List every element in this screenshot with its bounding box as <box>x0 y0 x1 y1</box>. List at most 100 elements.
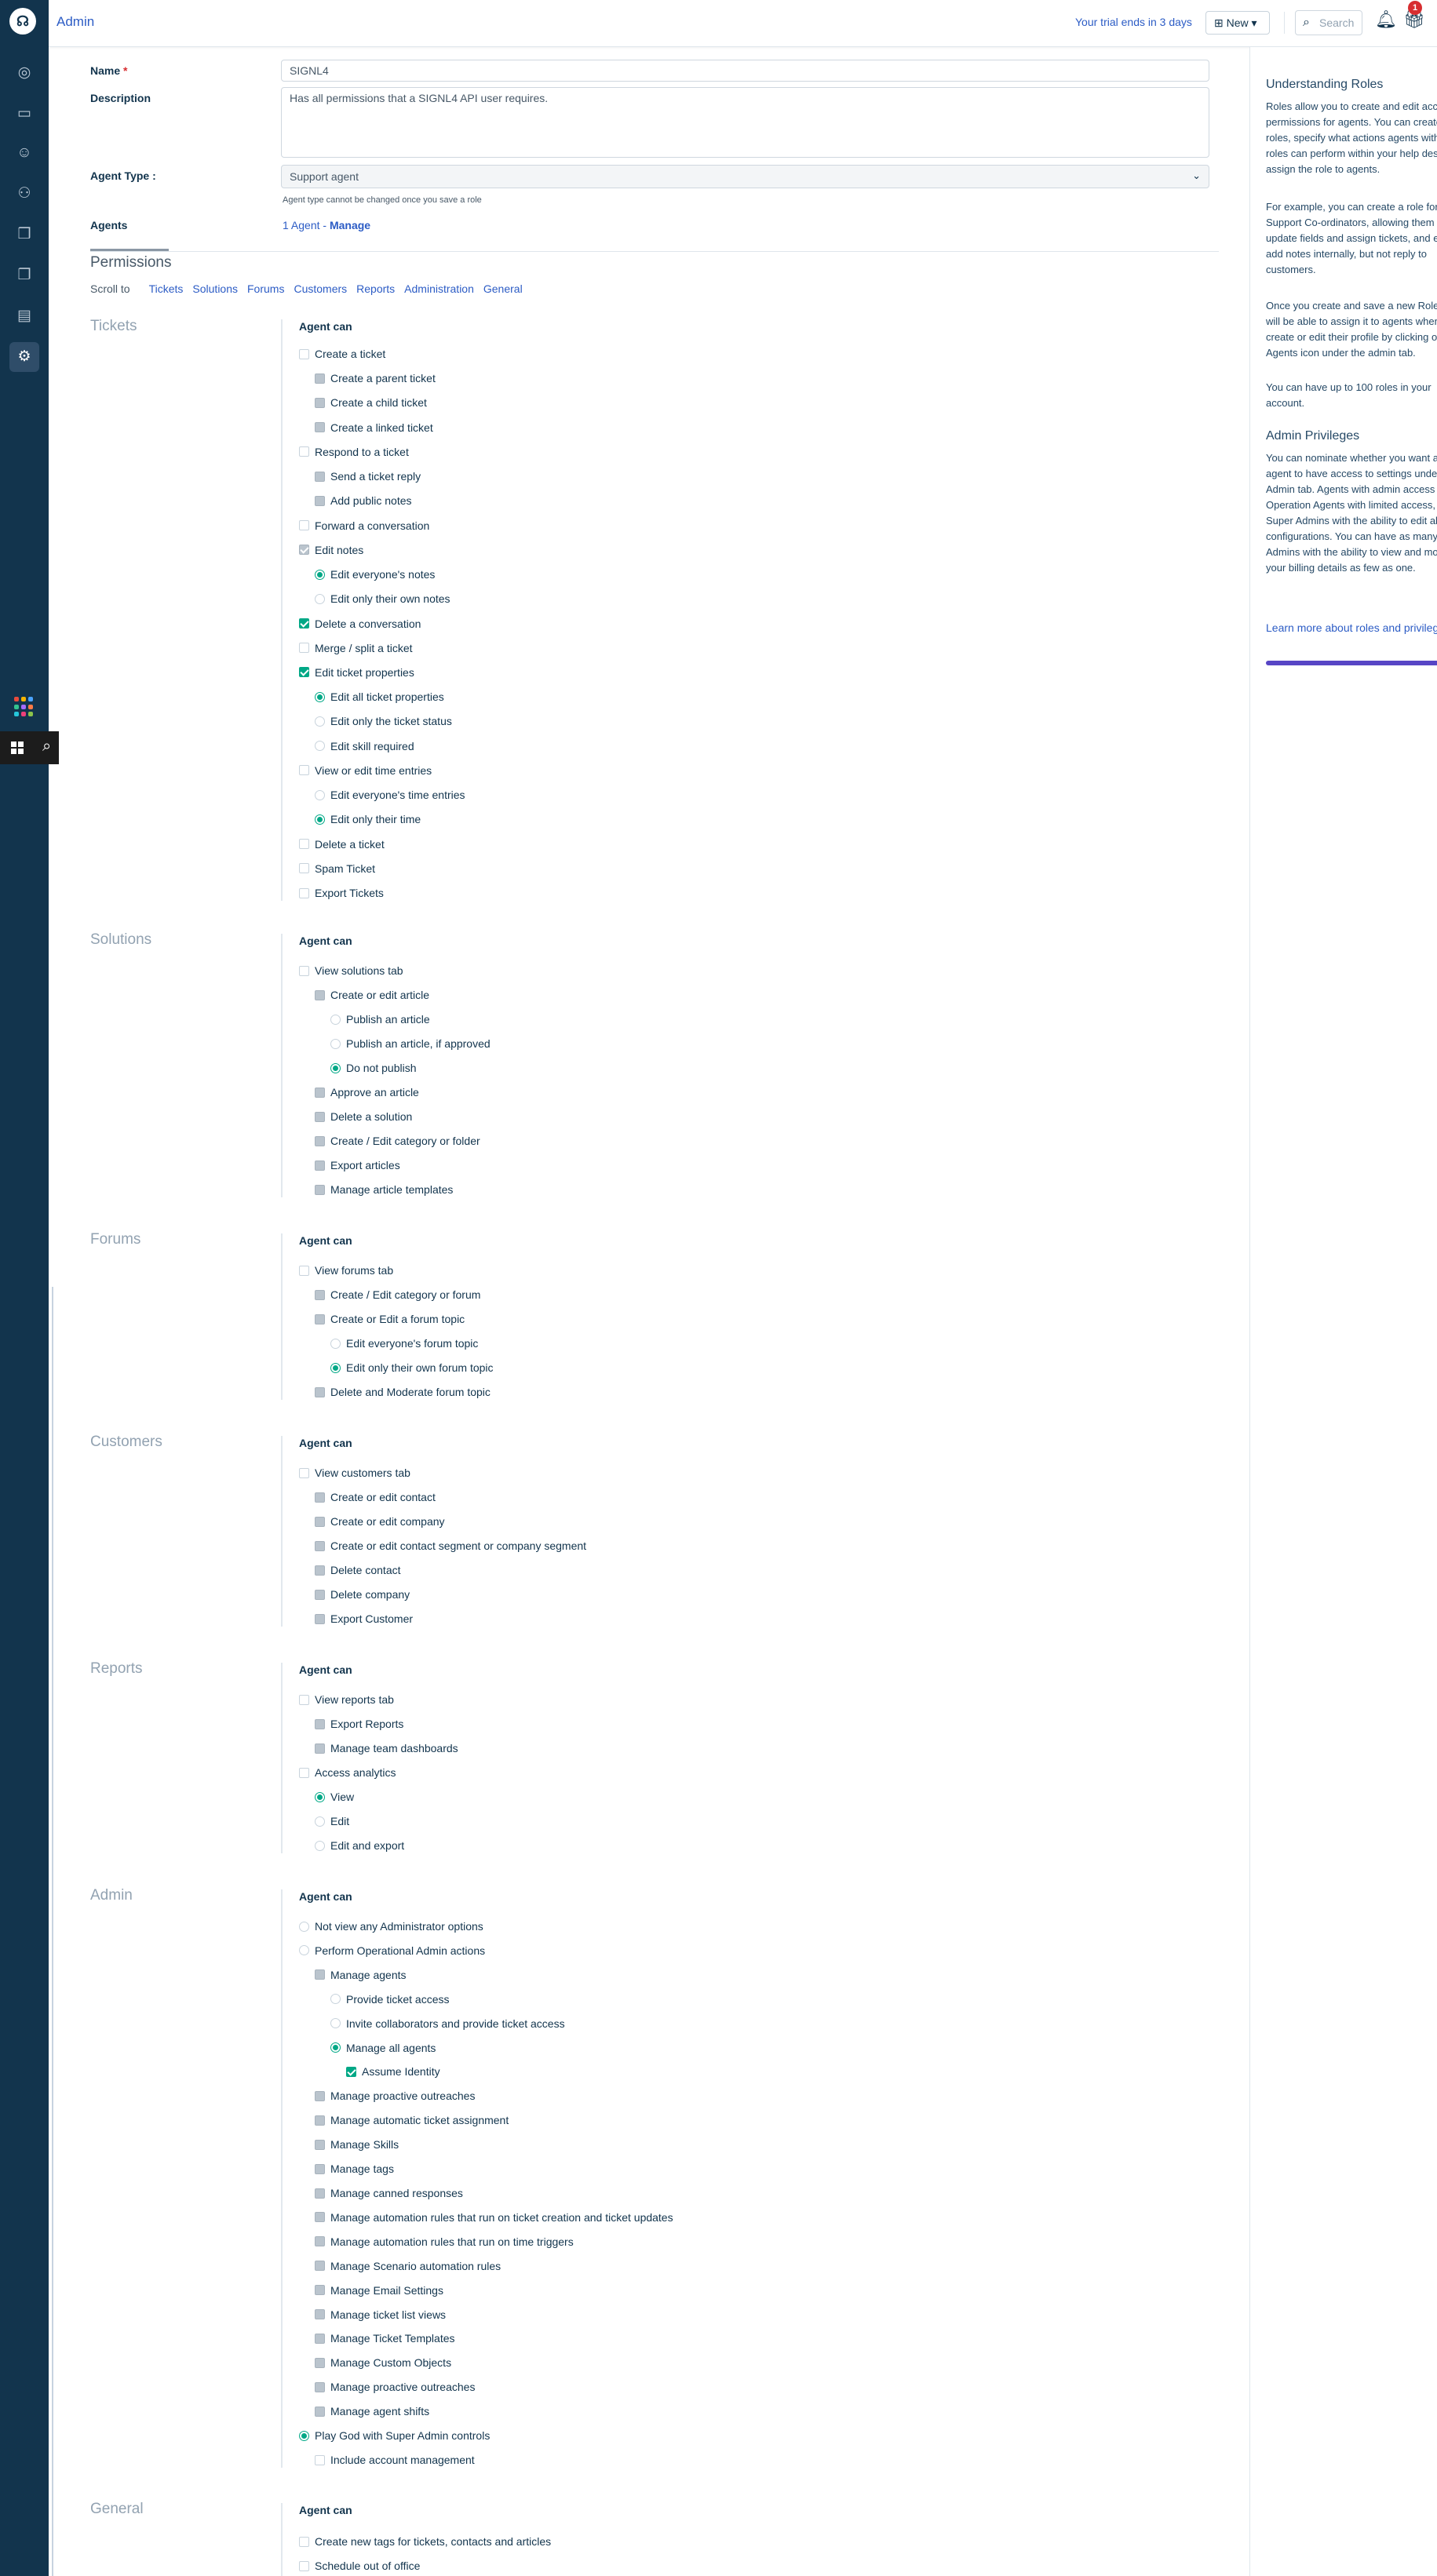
permission-radio[interactable] <box>330 2018 341 2029</box>
permission-checkbox[interactable] <box>315 2406 325 2417</box>
permission-item[interactable]: Play God with Super Admin controls <box>299 2428 490 2443</box>
permission-item[interactable]: Manage all agents <box>330 2040 436 2056</box>
social-icon[interactable]: ⚇ <box>9 179 39 209</box>
search-input[interactable]: ⌕ Search <box>1295 10 1362 35</box>
permission-checkbox[interactable] <box>315 1386 325 1397</box>
permission-item[interactable]: View customers tab <box>299 1465 410 1481</box>
permission-item[interactable]: Manage proactive outreaches <box>315 2379 475 2395</box>
permission-radio[interactable] <box>315 1840 325 1851</box>
notifications-bell-icon[interactable]: 🔔︎ <box>1375 9 1397 30</box>
permission-item[interactable]: Provide ticket access <box>330 1991 450 2007</box>
permission-radio[interactable] <box>330 2042 341 2053</box>
permission-item[interactable]: Manage automatic ticket assignment <box>315 2112 509 2128</box>
scroll-link-forums[interactable]: Forums <box>247 282 284 295</box>
permission-item[interactable]: Edit only their time <box>315 811 421 827</box>
permission-item[interactable]: Merge / split a ticket <box>299 640 413 656</box>
permission-checkbox[interactable] <box>299 618 309 629</box>
permission-checkbox[interactable] <box>315 2357 325 2368</box>
permission-item[interactable]: Do not publish <box>330 1060 417 1076</box>
permission-item[interactable]: Manage tags <box>315 2161 394 2177</box>
permission-checkbox[interactable] <box>315 1718 325 1729</box>
permission-checkbox[interactable] <box>299 965 309 976</box>
permission-item[interactable]: Publish an article <box>330 1011 430 1027</box>
permission-item[interactable]: Include account management <box>315 2452 475 2468</box>
permission-item[interactable]: Invite collaborators and provide ticket … <box>330 2016 565 2031</box>
forums-icon[interactable]: ❐ <box>9 261 39 290</box>
permission-checkbox[interactable] <box>315 1135 325 1146</box>
permission-item[interactable]: Delete a solution <box>315 1109 412 1124</box>
permission-item[interactable]: Manage ticket list views <box>315 2307 446 2323</box>
permission-checkbox[interactable] <box>315 471 325 482</box>
permission-item[interactable]: Manage Skills <box>315 2137 399 2152</box>
permission-item[interactable]: Manage article templates <box>315 1182 453 1197</box>
permission-item[interactable]: Send a ticket reply <box>315 468 421 484</box>
permission-checkbox[interactable] <box>299 545 309 556</box>
permission-radio[interactable] <box>315 716 325 727</box>
permission-checkbox[interactable] <box>315 1516 325 1527</box>
permission-item[interactable]: Manage agents <box>315 1967 407 1983</box>
permission-item[interactable]: Publish an article, if approved <box>330 1036 491 1051</box>
permission-item[interactable]: Edit skill required <box>315 738 414 754</box>
contacts-icon[interactable]: ☺ <box>9 138 39 168</box>
permission-checkbox[interactable] <box>315 422 325 433</box>
permission-item[interactable]: Edit and export <box>315 1838 404 1853</box>
permission-checkbox[interactable] <box>315 1314 325 1324</box>
permission-item[interactable]: Delete and Moderate forum topic <box>315 1384 491 1400</box>
permission-item[interactable]: Edit only their own notes <box>315 591 450 607</box>
permission-checkbox[interactable] <box>299 887 309 898</box>
permission-radio[interactable] <box>315 814 325 825</box>
permission-item[interactable]: Edit only their own forum topic <box>330 1360 494 1375</box>
permission-radio[interactable] <box>315 569 325 580</box>
permission-item[interactable]: Edit ticket properties <box>299 665 414 680</box>
permission-checkbox[interactable] <box>315 1743 325 1754</box>
permission-checkbox[interactable] <box>299 643 309 654</box>
permission-checkbox[interactable] <box>315 1540 325 1551</box>
permission-item[interactable]: Create or Edit a forum topic <box>315 1311 465 1327</box>
permission-radio[interactable] <box>299 1921 309 1932</box>
permission-checkbox[interactable] <box>315 1492 325 1503</box>
permission-checkbox[interactable] <box>299 1694 309 1705</box>
permission-item[interactable]: Edit only the ticket status <box>315 713 452 729</box>
permission-checkbox[interactable] <box>315 2309 325 2320</box>
permission-item[interactable]: Create or edit article <box>315 987 429 1003</box>
permission-radio[interactable] <box>315 691 325 702</box>
permission-item[interactable]: Create a child ticket <box>315 395 427 410</box>
permission-item[interactable]: View or edit time entries <box>299 763 432 778</box>
permission-checkbox[interactable] <box>315 495 325 506</box>
agent-type-select[interactable]: Support agent ⌄ <box>281 165 1209 188</box>
scroll-link-reports[interactable]: Reports <box>356 282 395 295</box>
permission-checkbox[interactable] <box>315 2139 325 2150</box>
permission-checkbox[interactable] <box>315 373 325 384</box>
permission-checkbox[interactable] <box>315 397 325 408</box>
permission-checkbox[interactable] <box>299 446 309 457</box>
solutions-icon[interactable]: ❒ <box>9 220 39 250</box>
permission-item[interactable]: Export Reports <box>315 1716 403 1732</box>
permission-radio[interactable] <box>315 789 325 800</box>
permission-radio[interactable] <box>330 1362 341 1373</box>
admin-icon[interactable]: ⚙ <box>9 342 39 372</box>
permission-radio[interactable] <box>330 1062 341 1073</box>
permission-item[interactable]: Edit notes <box>299 542 363 558</box>
permission-item[interactable]: Manage Custom Objects <box>315 2355 451 2370</box>
permission-item[interactable]: View reports tab <box>299 1692 394 1707</box>
permission-checkbox[interactable] <box>315 2381 325 2392</box>
permission-checkbox[interactable] <box>299 348 309 359</box>
description-textarea[interactable]: Has all permissions that a SIGNL4 API us… <box>281 87 1209 158</box>
permission-item[interactable]: Export Customer <box>315 1611 413 1627</box>
permission-item[interactable]: View forums tab <box>299 1262 393 1278</box>
permission-item[interactable]: Edit everyone's notes <box>315 567 435 582</box>
dashboard-icon[interactable]: ◎ <box>9 58 39 88</box>
permission-item[interactable]: Delete a ticket <box>299 836 385 852</box>
permission-item[interactable]: Delete company <box>315 1587 410 1602</box>
permission-item[interactable]: Create new tags for tickets, contacts an… <box>299 2534 551 2549</box>
permission-checkbox[interactable] <box>315 1087 325 1098</box>
permission-checkbox[interactable] <box>299 765 309 776</box>
permission-item[interactable]: Edit <box>315 1813 349 1829</box>
permission-checkbox[interactable] <box>315 2212 325 2223</box>
permission-item[interactable]: Manage Scenario automation rules <box>315 2258 501 2274</box>
permission-checkbox[interactable] <box>315 2285 325 2296</box>
permission-radio[interactable] <box>299 1945 309 1956</box>
permission-checkbox[interactable] <box>346 2066 356 2077</box>
permission-item[interactable]: Create or edit company <box>315 1514 445 1529</box>
permission-checkbox[interactable] <box>299 1767 309 1778</box>
